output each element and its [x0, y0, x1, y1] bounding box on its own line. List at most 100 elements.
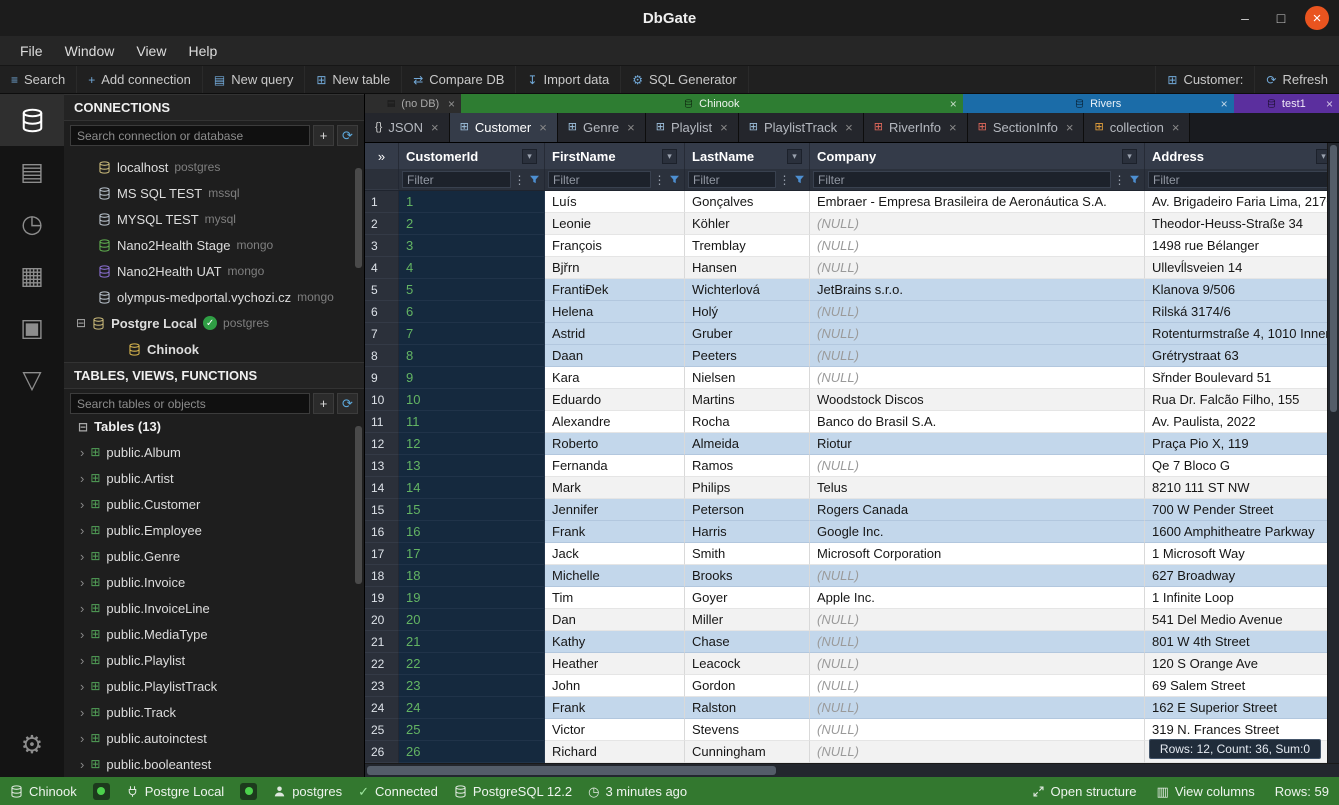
filter-input-customerid[interactable]: [402, 171, 511, 188]
filter-input-firstname[interactable]: [548, 171, 651, 188]
cell-lastname[interactable]: Rocha: [685, 411, 810, 433]
table-item-public-album[interactable]: ›⊞public.Album: [64, 439, 364, 465]
cell-company[interactable]: (NULL): [810, 367, 1145, 389]
vertical-scrollbar-thumb[interactable]: [1330, 145, 1337, 412]
sidebar-item-history[interactable]: ◷: [0, 198, 64, 250]
cell-firstname[interactable]: Bjřrn: [545, 257, 685, 279]
refresh-tables-icon[interactable]: ⟳: [337, 393, 358, 414]
tables-scrollbar[interactable]: [355, 426, 362, 584]
toolbar-search[interactable]: ≡Search: [0, 66, 77, 93]
sidebar-item-connections[interactable]: [0, 94, 64, 146]
sidebar-item-plugins[interactable]: ▣: [0, 302, 64, 354]
table-item-public-track[interactable]: ›⊞public.Track: [64, 699, 364, 725]
tab-playlisttrack[interactable]: ⊞PlaylistTrack×: [739, 113, 864, 142]
cell-customerid[interactable]: 4: [399, 257, 545, 279]
connection-item-postgre-local[interactable]: ⊟Postgre Local✓postgres: [64, 310, 364, 336]
column-header-firstname[interactable]: FirstName▾: [545, 143, 685, 169]
cell-customerid[interactable]: 21: [399, 631, 545, 653]
row-number[interactable]: 16: [365, 521, 399, 543]
cell-customerid[interactable]: 7: [399, 323, 545, 345]
table-item-public-artist[interactable]: ›⊞public.Artist: [64, 465, 364, 491]
cell-customerid[interactable]: 17: [399, 543, 545, 565]
cell-customerid[interactable]: 22: [399, 653, 545, 675]
tab-playlist[interactable]: ⊞Playlist×: [646, 113, 739, 142]
close-icon[interactable]: ×: [949, 120, 957, 135]
cell-lastname[interactable]: Gonçalves: [685, 191, 810, 213]
cell-firstname[interactable]: Luís: [545, 191, 685, 213]
cell-company[interactable]: Embraer - Empresa Brasileira de Aeronáut…: [810, 191, 1145, 213]
add-table-mini-button[interactable]: +: [313, 393, 334, 414]
cell-address[interactable]: 69 Salem Street: [1145, 675, 1339, 697]
cell-firstname[interactable]: Jack: [545, 543, 685, 565]
cell-firstname[interactable]: Tim: [545, 587, 685, 609]
close-icon[interactable]: ×: [448, 97, 455, 111]
cell-lastname[interactable]: Chase: [685, 631, 810, 653]
cell-lastname[interactable]: Köhler: [685, 213, 810, 235]
cell-lastname[interactable]: Cunningham: [685, 741, 810, 763]
close-icon[interactable]: ×: [950, 97, 957, 111]
row-number[interactable]: 5: [365, 279, 399, 301]
cell-lastname[interactable]: Leacock: [685, 653, 810, 675]
cell-address[interactable]: Rilská 3174/6: [1145, 301, 1339, 323]
cell-address[interactable]: Praça Pio X, 119: [1145, 433, 1339, 455]
cell-address[interactable]: 319 N. Frances Street: [1145, 719, 1339, 741]
cell-address[interactable]: Rua Dr. Falcão Filho, 155: [1145, 389, 1339, 411]
close-icon[interactable]: ×: [845, 120, 853, 135]
row-number[interactable]: 19: [365, 587, 399, 609]
cell-lastname[interactable]: Almeida: [685, 433, 810, 455]
cell-firstname[interactable]: Daan: [545, 345, 685, 367]
connections-scrollbar[interactable]: [355, 168, 362, 268]
chevron-down-icon[interactable]: ▾: [522, 149, 537, 164]
add-connection-mini-button[interactable]: +: [313, 125, 334, 146]
filter-input-company[interactable]: [813, 171, 1111, 188]
cell-lastname[interactable]: Martins: [685, 389, 810, 411]
cell-firstname[interactable]: Mark: [545, 477, 685, 499]
row-number[interactable]: 17: [365, 543, 399, 565]
row-number[interactable]: 9: [365, 367, 399, 389]
row-number[interactable]: 8: [365, 345, 399, 367]
minimize-button[interactable]: –: [1233, 6, 1257, 30]
cell-company[interactable]: Rogers Canada: [810, 499, 1145, 521]
cell-lastname[interactable]: Harris: [685, 521, 810, 543]
cell-address[interactable]: 801 W 4th Street: [1145, 631, 1339, 653]
cell-address[interactable]: Av. Brigadeiro Faria Lima, 2170: [1145, 191, 1339, 213]
cell-firstname[interactable]: FrantiĐek: [545, 279, 685, 301]
status-view-columns[interactable]: ▥View columns: [1157, 784, 1255, 799]
cell-lastname[interactable]: Ramos: [685, 455, 810, 477]
cell-company[interactable]: (NULL): [810, 345, 1145, 367]
cell-company[interactable]: (NULL): [810, 257, 1145, 279]
cell-customerid[interactable]: 18: [399, 565, 545, 587]
close-icon[interactable]: ×: [539, 120, 547, 135]
maximize-button[interactable]: □: [1269, 6, 1293, 30]
table-item-public-autoinctest[interactable]: ›⊞public.autoinctest: [64, 725, 364, 751]
table-item-public-playlisttrack[interactable]: ›⊞public.PlaylistTrack: [64, 673, 364, 699]
cell-company[interactable]: Microsoft Corporation: [810, 543, 1145, 565]
horizontal-scrollbar[interactable]: [365, 763, 1339, 777]
chevron-down-icon[interactable]: ▾: [662, 149, 677, 164]
cell-lastname[interactable]: Peterson: [685, 499, 810, 521]
cell-lastname[interactable]: Holý: [685, 301, 810, 323]
close-icon[interactable]: ×: [431, 120, 439, 135]
cell-customerid[interactable]: 19: [399, 587, 545, 609]
cell-company[interactable]: JetBrains s.r.o.: [810, 279, 1145, 301]
sidebar-item-settings[interactable]: ⚙: [0, 719, 64, 771]
row-number[interactable]: 26: [365, 741, 399, 763]
tab-group-test1[interactable]: test1×: [1234, 94, 1339, 113]
cell-company[interactable]: (NULL): [810, 455, 1145, 477]
cell-lastname[interactable]: Stevens: [685, 719, 810, 741]
cell-address[interactable]: Rotenturmstraße 4, 1010 Innere Stadt: [1145, 323, 1339, 345]
cell-customerid[interactable]: 5: [399, 279, 545, 301]
close-icon[interactable]: ×: [1221, 97, 1228, 111]
menu-window[interactable]: Window: [55, 40, 125, 62]
row-number[interactable]: 18: [365, 565, 399, 587]
cell-customerid[interactable]: 1: [399, 191, 545, 213]
cell-company[interactable]: (NULL): [810, 653, 1145, 675]
cell-customerid[interactable]: 8: [399, 345, 545, 367]
tab-group-no-db[interactable]: ▤(no DB)×: [365, 94, 461, 113]
cell-address[interactable]: 120 S Orange Ave: [1145, 653, 1339, 675]
toolbar-sql-generator[interactable]: ⚙SQL Generator: [621, 66, 748, 93]
grid-corner-button[interactable]: »: [365, 143, 399, 169]
cell-firstname[interactable]: Heather: [545, 653, 685, 675]
row-number[interactable]: 14: [365, 477, 399, 499]
cell-firstname[interactable]: Kara: [545, 367, 685, 389]
